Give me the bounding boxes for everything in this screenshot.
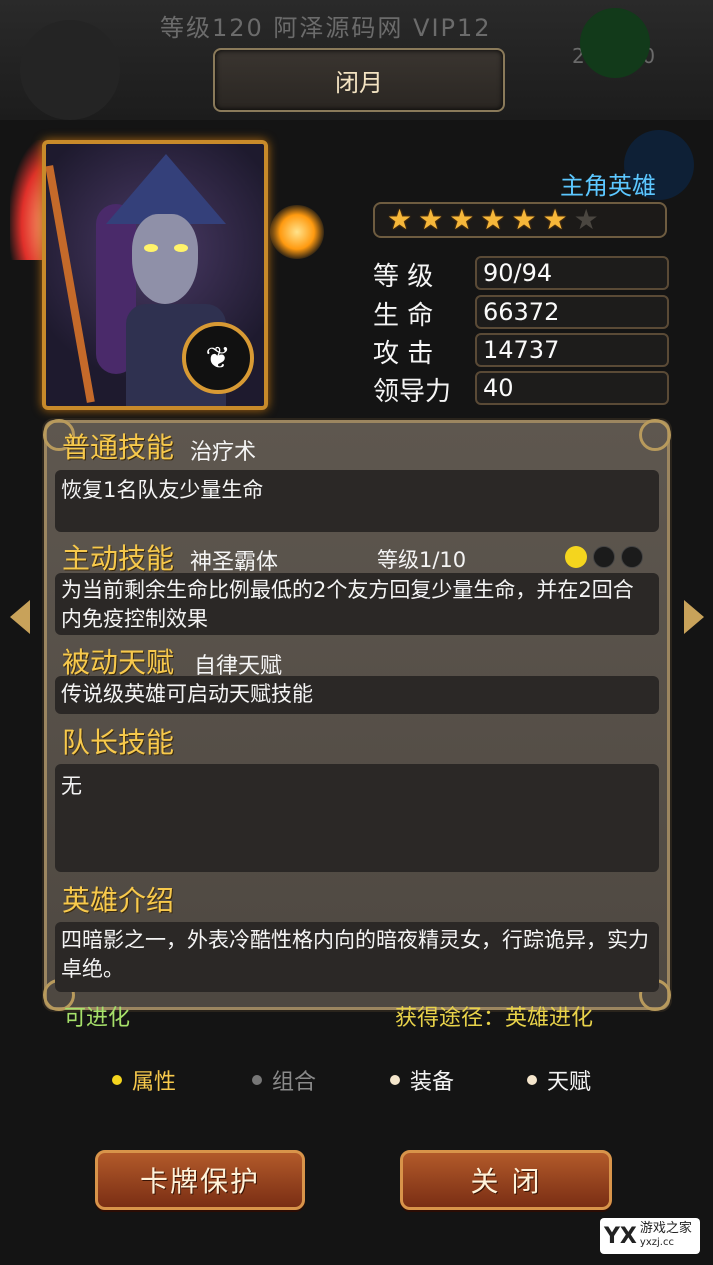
- stat-value: 40: [475, 371, 669, 405]
- hero-intro-title: 英雄介绍: [62, 884, 175, 917]
- star-icon: ★: [418, 203, 444, 236]
- star-icon: ★: [449, 203, 475, 236]
- next-hero-arrow-icon[interactable]: [684, 600, 704, 634]
- card-protect-button[interactable]: 卡牌保护: [95, 1150, 305, 1210]
- active-skill-name: 神圣霸体: [190, 550, 279, 575]
- tab-label: 属性: [132, 1070, 177, 1095]
- star-rating: ★ ★ ★ ★ ★ ★ ★: [373, 202, 667, 238]
- active-skill-title: 主动技能: [62, 542, 175, 575]
- passive-talent-title: 被动天赋: [62, 646, 175, 679]
- stat-label: 领导力: [373, 377, 452, 407]
- tab-label: 装备: [410, 1070, 455, 1095]
- captain-skill-desc: 无: [55, 764, 659, 872]
- eye-graphic: [144, 244, 158, 252]
- stat-value: 14737: [475, 333, 669, 367]
- hero-type-label: 主角英雄: [560, 172, 656, 200]
- evolve-label: 可进化: [64, 1006, 131, 1031]
- normal-skill-desc: 恢复1名队友少量生命: [55, 470, 659, 532]
- close-button[interactable]: 关 闭: [400, 1150, 612, 1210]
- skill-point-icon: [593, 546, 615, 568]
- normal-skill-title: 普通技能: [62, 431, 175, 464]
- stat-row-attack: 攻 击 14737: [373, 333, 673, 369]
- active-skill-level: 等级1/10: [377, 548, 467, 572]
- stat-label: 等 级: [373, 262, 434, 292]
- stat-value: 66372: [475, 295, 669, 329]
- tab-label: 天赋: [547, 1070, 592, 1095]
- star-icon: ★: [480, 203, 506, 236]
- face-graphic: [132, 214, 198, 304]
- source-label: 获得途径：英雄进化: [395, 1006, 594, 1031]
- star-icon: ★: [573, 203, 599, 236]
- tab-indicator-icon: [252, 1075, 262, 1085]
- passive-talent-desc: 传说级英雄可启动天赋技能: [55, 676, 659, 714]
- background-avatar-icon: [20, 20, 120, 120]
- tab-talent[interactable]: 天赋: [527, 1064, 591, 1096]
- corner-ornament-icon: [639, 419, 671, 451]
- tab-indicator-icon: [112, 1075, 122, 1085]
- hero-intro-desc: 四暗影之一，外表冷酷性格内向的暗夜精灵女，行踪诡异，实力卓绝。: [55, 922, 659, 992]
- eye-graphic: [174, 244, 188, 252]
- tab-combination[interactable]: 组合: [252, 1064, 316, 1096]
- star-icon: ★: [542, 203, 568, 236]
- magic-orb-icon: [270, 205, 324, 259]
- stat-label: 生 命: [373, 301, 434, 331]
- stat-label: 攻 击: [373, 339, 434, 369]
- hero-name: 闭月: [335, 68, 383, 97]
- tab-attributes[interactable]: 属性: [112, 1064, 176, 1096]
- star-icon: ★: [511, 203, 537, 236]
- tab-label: 组合: [272, 1070, 317, 1095]
- stat-row-hp: 生 命 66372: [373, 295, 673, 331]
- skill-point-icon: [565, 546, 587, 568]
- background-orb-icon: [580, 8, 650, 78]
- logo-subtext: yxzj.cc: [639, 1237, 674, 1248]
- captain-skill-title: 队长技能: [62, 726, 175, 759]
- hero-name-plaque: 闭月: [213, 48, 505, 112]
- tab-indicator-icon: [390, 1075, 400, 1085]
- background-title: 等级120 阿泽源码网 VIP12: [160, 14, 492, 42]
- tab-indicator-icon: [527, 1075, 537, 1085]
- star-icon: ★: [387, 203, 413, 236]
- active-skill-desc: 为当前剩余生命比例最低的2个友方回复少量生命，并在2回合内免疫控制效果: [55, 573, 659, 635]
- staff-graphic: [46, 165, 95, 403]
- logo-text: 游戏之家: [639, 1221, 692, 1236]
- stat-value: 90/94: [475, 256, 669, 290]
- logo-mark: YX: [604, 1223, 637, 1249]
- prev-hero-arrow-icon[interactable]: [10, 600, 30, 634]
- skill-point-icon: [621, 546, 643, 568]
- stat-row-leadership: 领导力 40: [373, 371, 673, 407]
- stat-row-level: 等 级 90/94: [373, 256, 673, 292]
- tab-equipment[interactable]: 装备: [390, 1064, 454, 1096]
- site-watermark-logo: YX 游戏之家 yxzj.cc: [600, 1218, 700, 1254]
- wings-class-icon: ❦: [182, 322, 254, 394]
- normal-skill-name: 治疗术: [190, 440, 257, 465]
